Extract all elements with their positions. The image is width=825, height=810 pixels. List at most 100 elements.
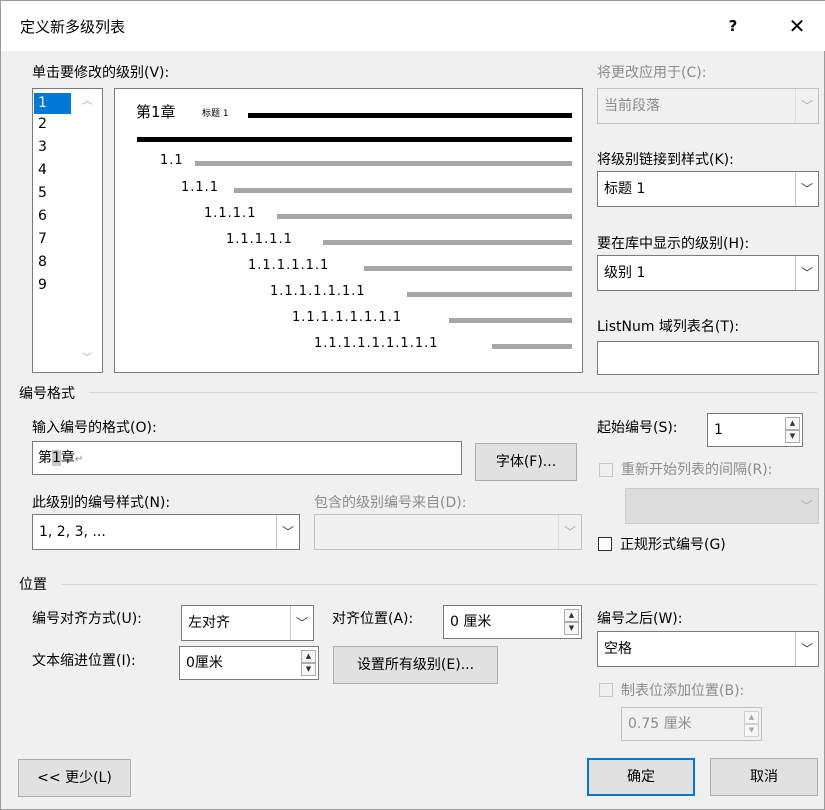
help-button[interactable]: ? bbox=[717, 9, 749, 43]
include-level-label: 包含的级别编号来自(D): bbox=[314, 495, 467, 511]
align-value: 左对齐 bbox=[188, 615, 230, 631]
level-item-1[interactable]: 1 bbox=[34, 93, 71, 114]
align-select[interactable]: 左对齐 ﹀ bbox=[181, 605, 314, 641]
list-preview: 第1章 标题 1 1.1 1.1.1 1.1.1.1 1.1.1.1.1 1.1… bbox=[114, 88, 583, 373]
format-label: 输入编号的格式(O): bbox=[32, 420, 157, 436]
preview-level-7-line bbox=[407, 292, 572, 297]
format-number-field: 1 bbox=[52, 450, 61, 466]
chevron-down-icon[interactable]: ﹀ bbox=[795, 256, 818, 290]
restart-list-checkbox bbox=[599, 463, 613, 477]
position-divider bbox=[61, 584, 817, 585]
preview-level-4-number: 1.1.1.1 bbox=[204, 206, 257, 221]
level-item-3[interactable]: 3 bbox=[34, 137, 71, 158]
include-level-select: ﹀ bbox=[314, 514, 582, 550]
follow-number-select[interactable]: 空格 ﹀ bbox=[597, 631, 819, 667]
tab-stop-spinner: 0.75 厘米 ▲ ▼ bbox=[621, 707, 762, 741]
tab-stop-checkbox bbox=[599, 683, 613, 697]
close-button[interactable]: ✕ bbox=[775, 9, 819, 43]
start-at-label: 起始编号(S): bbox=[597, 420, 678, 436]
chevron-down-icon[interactable]: ﹀ bbox=[290, 606, 313, 640]
level-item-6[interactable]: 6 bbox=[34, 206, 71, 227]
level-list-label: 单击要修改的级别(V): bbox=[32, 65, 170, 81]
format-suffix: 章 bbox=[60, 450, 75, 466]
link-style-select[interactable]: 标题 1 ﹀ bbox=[597, 171, 819, 207]
level-item-4[interactable]: 4 bbox=[34, 160, 71, 181]
set-all-levels-button[interactable]: 设置所有级别(E)... bbox=[333, 646, 498, 684]
start-at-spinner[interactable]: 1 ▲ ▼ bbox=[707, 413, 803, 447]
spin-down-icon[interactable]: ▼ bbox=[564, 622, 579, 635]
less-button[interactable]: << 更少(L) bbox=[18, 759, 131, 797]
preview-level-5-number: 1.1.1.1.1 bbox=[226, 232, 293, 247]
preview-heading-line-2 bbox=[137, 137, 572, 142]
spin-up-icon: ▲ bbox=[744, 711, 759, 724]
level-list[interactable]: 1 2 3 4 5 6 7 8 9 ︿ ﹀ bbox=[32, 88, 103, 373]
listnum-label: ListNum 域列表名(T): bbox=[597, 319, 740, 335]
tab-stop-label: 制表位添加位置(B): bbox=[621, 683, 745, 699]
define-multilevel-list-dialog: 定义新多级列表 ? ✕ 单击要修改的级别(V): 1 2 3 4 5 6 7 8… bbox=[0, 0, 825, 810]
follow-number-value: 空格 bbox=[604, 641, 632, 657]
level-item-2[interactable]: 2 bbox=[34, 114, 71, 135]
cancel-button[interactable]: 取消 bbox=[710, 758, 818, 796]
format-input[interactable]: 第1章↵ bbox=[32, 441, 462, 475]
preview-level-9-line bbox=[492, 344, 572, 349]
align-at-label: 对齐位置(A): bbox=[332, 611, 414, 627]
chevron-down-icon[interactable]: ﹀ bbox=[795, 172, 818, 206]
chevron-down-icon[interactable]: ﹀ bbox=[276, 515, 299, 549]
number-format-section-label: 编号格式 bbox=[19, 386, 75, 402]
indent-spinner[interactable]: 0厘米 ▲ ▼ bbox=[179, 646, 319, 680]
spin-down-icon: ▼ bbox=[744, 724, 759, 737]
preview-heading-line bbox=[248, 113, 572, 118]
spin-down-icon[interactable]: ▼ bbox=[785, 430, 800, 443]
legal-numbering-label: 正规形式编号(G) bbox=[620, 537, 726, 553]
follow-number-label: 编号之后(W): bbox=[597, 611, 683, 627]
preview-level-8-number: 1.1.1.1.1.1.1.1 bbox=[292, 310, 403, 325]
indent-label: 文本缩进位置(I): bbox=[32, 653, 136, 669]
tab-stop-value: 0.75 厘米 bbox=[628, 716, 692, 732]
scroll-down-icon[interactable]: ﹀ bbox=[73, 349, 101, 369]
level-item-5[interactable]: 5 bbox=[34, 183, 71, 204]
apply-to-select: 当前段落 ﹀ bbox=[597, 88, 819, 124]
link-style-value: 标题 1 bbox=[604, 181, 646, 197]
number-style-value: 1, 2, 3, ... bbox=[39, 524, 106, 540]
preview-level-6-number: 1.1.1.1.1.1 bbox=[248, 258, 330, 273]
apply-to-label: 将更改应用于(C): bbox=[597, 65, 707, 81]
level-item-9[interactable]: 9 bbox=[34, 275, 71, 296]
dialog-title: 定义新多级列表 bbox=[20, 18, 126, 36]
align-at-value: 0 厘米 bbox=[450, 614, 492, 630]
spin-up-icon[interactable]: ▲ bbox=[301, 650, 316, 663]
number-format-divider bbox=[89, 392, 817, 393]
align-label: 编号对齐方式(U): bbox=[32, 611, 142, 627]
number-style-select[interactable]: 1, 2, 3, ... ﹀ bbox=[32, 514, 300, 550]
start-at-value: 1 bbox=[714, 422, 723, 438]
listnum-input[interactable] bbox=[597, 341, 819, 375]
level-list-scrollbar[interactable]: ︿ ﹀ bbox=[73, 90, 101, 371]
font-button[interactable]: 字体(F)... bbox=[475, 443, 577, 481]
paragraph-mark-icon: ↵ bbox=[74, 454, 84, 465]
ok-button[interactable]: 确定 bbox=[587, 758, 695, 796]
preview-level-8-line bbox=[449, 318, 572, 323]
align-at-spinner[interactable]: 0 厘米 ▲ ▼ bbox=[443, 605, 582, 639]
preview-level-2-number: 1.1 bbox=[160, 153, 184, 168]
spin-down-icon[interactable]: ▼ bbox=[301, 663, 316, 676]
scroll-up-icon[interactable]: ︿ bbox=[73, 92, 101, 112]
chevron-down-icon: ﹀ bbox=[795, 89, 818, 123]
restart-list-label: 重新开始列表的间隔(R): bbox=[621, 462, 773, 478]
level-item-7[interactable]: 7 bbox=[34, 229, 71, 250]
format-prefix: 第 bbox=[38, 450, 52, 466]
number-style-label: 此级别的编号样式(N): bbox=[32, 495, 171, 511]
gallery-level-select[interactable]: 级别 1 ﹀ bbox=[597, 255, 819, 291]
preview-heading-style: 标题 1 bbox=[202, 109, 229, 119]
spin-up-icon[interactable]: ▲ bbox=[785, 417, 800, 430]
gallery-level-value: 级别 1 bbox=[604, 265, 646, 281]
preview-heading-number: 第1章 bbox=[136, 103, 176, 121]
legal-numbering-checkbox[interactable] bbox=[598, 537, 612, 551]
chevron-down-icon[interactable]: ﹀ bbox=[795, 632, 818, 666]
preview-level-3-line bbox=[234, 188, 572, 193]
preview-level-2-line bbox=[195, 161, 572, 166]
chevron-down-icon: ﹀ bbox=[800, 499, 813, 513]
spin-up-icon[interactable]: ▲ bbox=[564, 609, 579, 622]
link-style-label: 将级别链接到样式(K): bbox=[597, 152, 734, 168]
level-item-8[interactable]: 8 bbox=[34, 252, 71, 273]
gallery-level-label: 要在库中显示的级别(H): bbox=[597, 236, 750, 252]
apply-to-value: 当前段落 bbox=[604, 98, 660, 114]
